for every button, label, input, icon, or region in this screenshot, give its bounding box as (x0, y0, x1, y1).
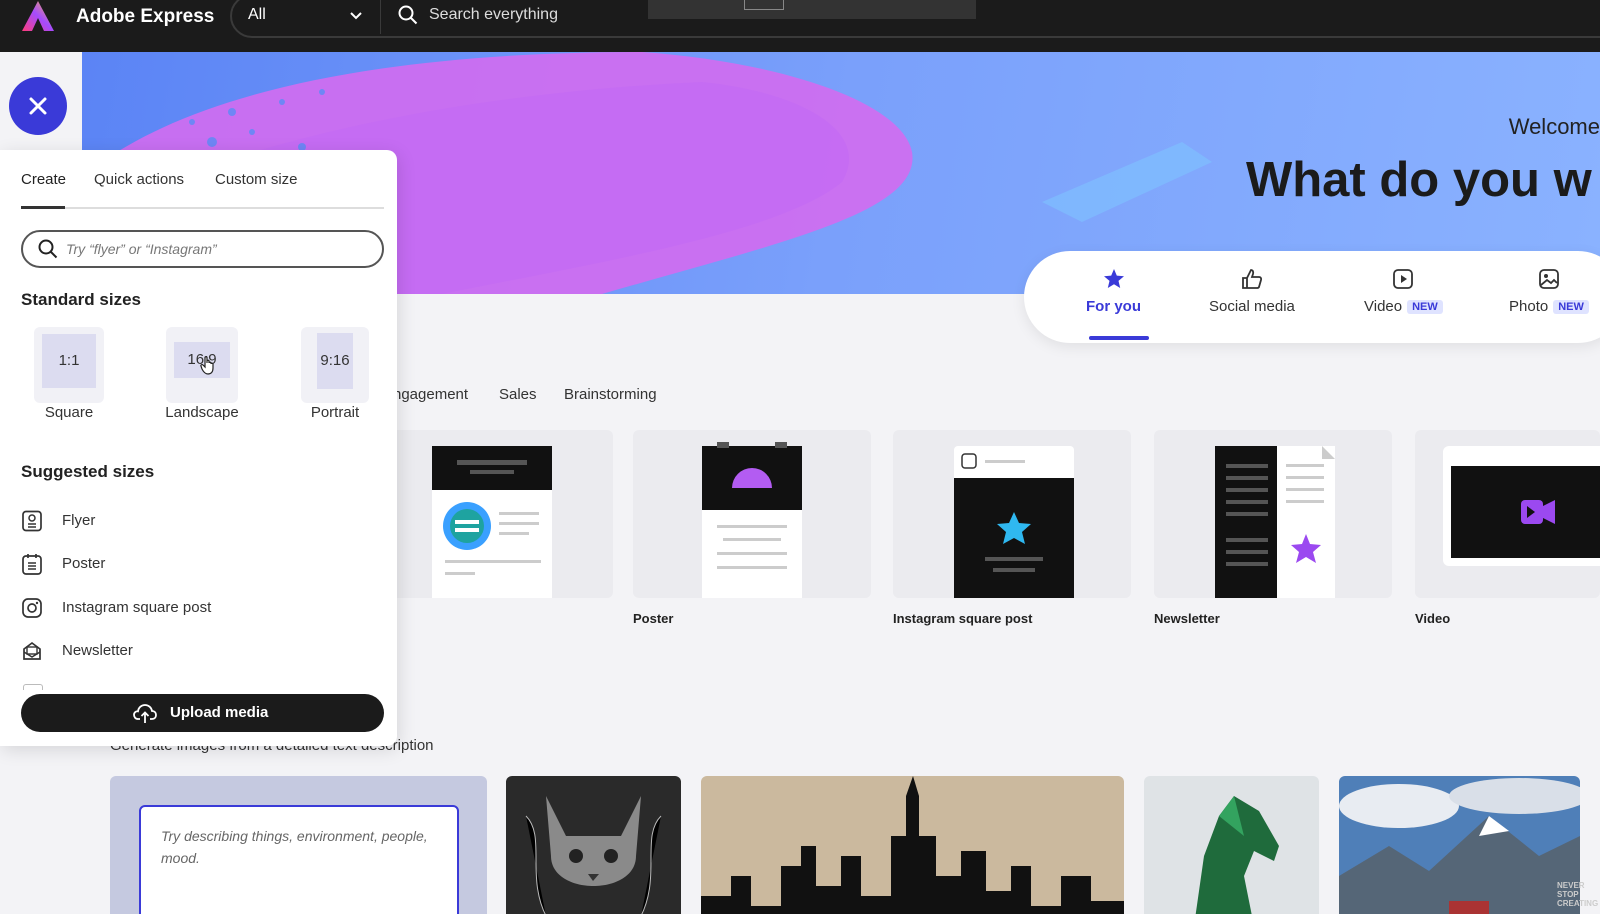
template-card-flyer[interactable] (375, 430, 613, 598)
tab-active-indicator (1089, 336, 1149, 340)
panel-tab-active-indicator (21, 206, 65, 209)
template-label: Video (1415, 611, 1451, 626)
hand-cursor-icon (200, 356, 214, 375)
template-label: Instagram square post (893, 611, 1033, 626)
instagram-thumbnail (954, 446, 1074, 598)
star-icon (1103, 269, 1124, 288)
suggested-sizes-heading: Suggested sizes (21, 462, 155, 481)
upload-media-label: Upload media (170, 704, 269, 721)
hero-title: What do you w (1246, 153, 1592, 207)
square-ratio: 1:1 (42, 334, 96, 388)
panel-tab-create[interactable]: Create (21, 171, 66, 188)
poster-icon (22, 554, 42, 575)
generated-image-mountains[interactable] (1339, 776, 1580, 914)
flyer-thumbnail (432, 446, 552, 598)
size-label: Square (44, 404, 94, 421)
generate-prompt-input[interactable]: Try describing things, environment, peop… (139, 805, 459, 914)
image-icon (1539, 269, 1559, 289)
template-card-instagram[interactable] (893, 430, 1131, 598)
size-option-square[interactable]: 1:1 (34, 327, 104, 403)
tab-label: For you (1086, 298, 1141, 315)
hero-welcome: Welcome (1508, 114, 1600, 139)
generated-image-cat[interactable] (506, 776, 681, 914)
template-label: Newsletter (1154, 611, 1220, 626)
thumbs-up-icon (1242, 269, 1263, 289)
instagram-icon (22, 598, 42, 618)
suggested-size-poster[interactable]: Poster (21, 551, 361, 579)
template-label: Poster (633, 611, 674, 626)
overlay-strip (648, 0, 976, 19)
newsletter-thumbnail (1215, 446, 1335, 598)
template-card-poster[interactable] (633, 430, 871, 598)
flyer-icon (22, 510, 42, 532)
size-label: Portrait (310, 404, 360, 421)
panel-search-input[interactable] (66, 234, 366, 264)
standard-sizes-heading: Standard sizes (21, 290, 141, 309)
adobe-express-logo-icon[interactable] (22, 1, 54, 31)
cloud-upload-icon (133, 704, 157, 723)
suggested-size-newsletter[interactable]: Newsletter (21, 638, 361, 666)
search-icon (38, 239, 58, 259)
generated-image-skyline[interactable] (701, 776, 1124, 914)
upload-media-button[interactable]: Upload media (21, 694, 384, 732)
template-card-video[interactable] (1415, 430, 1600, 598)
tab-social-media[interactable]: Social media (1209, 268, 1295, 315)
tab-video[interactable]: Video NEW (1364, 268, 1443, 315)
tab-label: Social media (1209, 298, 1295, 315)
panel-tab-divider (21, 207, 384, 209)
filter-sales[interactable]: Sales (499, 386, 537, 403)
close-icon (29, 97, 47, 115)
new-badge: NEW (1407, 300, 1443, 315)
search-scope-select[interactable]: All (248, 6, 266, 24)
template-card-newsletter[interactable] (1154, 430, 1392, 598)
search-divider (380, 0, 381, 34)
size-option-portrait[interactable]: 9:16 (301, 327, 369, 403)
tab-photo[interactable]: Photo NEW (1509, 268, 1589, 315)
poster-thumbnail (702, 442, 802, 598)
filter-brainstorming[interactable]: Brainstorming (564, 386, 657, 403)
portrait-ratio: 9:16 (317, 333, 353, 389)
suggested-size-label: Newsletter (62, 642, 133, 659)
generated-image-horse[interactable] (1144, 776, 1319, 914)
partial-list-item-icon (23, 684, 43, 690)
search-icon (398, 5, 418, 25)
suggested-size-flyer[interactable]: Flyer (21, 508, 361, 536)
play-icon (1393, 269, 1414, 289)
newsletter-icon (23, 641, 41, 660)
tab-label: Video (1364, 298, 1403, 315)
suggested-size-instagram[interactable]: Instagram square post (21, 595, 361, 623)
close-create-panel-button[interactable] (9, 77, 67, 135)
filter-engagement[interactable]: ngagement (393, 386, 468, 403)
video-thumbnail (1443, 446, 1600, 566)
tab-label: Photo (1509, 298, 1549, 315)
new-badge: NEW (1553, 300, 1589, 315)
size-option-landscape[interactable]: 16:9 (166, 327, 238, 403)
suggested-size-label: Instagram square post (62, 599, 212, 616)
suggested-size-label: Poster (62, 555, 106, 572)
watermark: NEVER STOP CREATING (1557, 881, 1599, 908)
app-name[interactable]: Adobe Express (76, 6, 214, 28)
global-search-input[interactable]: Search everything (429, 6, 558, 24)
panel-tab-quick-actions[interactable]: Quick actions (94, 171, 184, 188)
size-label: Landscape (165, 404, 239, 421)
tab-for-you[interactable]: For you (1086, 268, 1141, 315)
chevron-down-icon[interactable] (348, 8, 364, 24)
panel-tab-custom-size[interactable]: Custom size (215, 171, 298, 188)
suggested-size-label: Flyer (62, 512, 96, 529)
top-bar: Adobe Express All Search everything (0, 0, 1600, 52)
